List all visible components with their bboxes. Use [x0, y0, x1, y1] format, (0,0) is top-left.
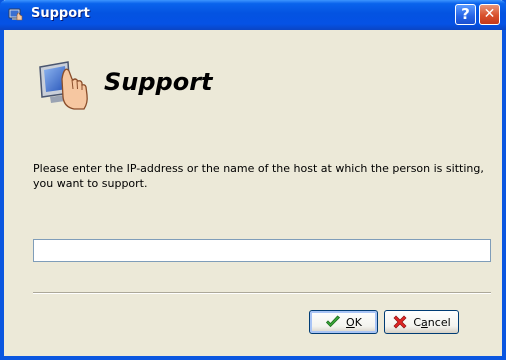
ok-label: OK: [346, 315, 362, 329]
ok-button[interactable]: OK: [309, 310, 378, 334]
checkmark-icon: [325, 315, 341, 328]
page-title: Support: [104, 68, 213, 96]
separator: [33, 292, 491, 294]
host-input[interactable]: [33, 239, 491, 262]
cancel-label: Cancel: [413, 315, 451, 329]
instruction-text: Please enter the IP-address or the name …: [33, 162, 484, 190]
close-button[interactable]: ✕: [479, 4, 500, 25]
cancel-button[interactable]: Cancel: [384, 310, 459, 334]
red-x-icon: [393, 315, 407, 329]
window-title: Support: [31, 6, 90, 21]
support-monitor-hand-icon: [39, 61, 88, 110]
title-bar[interactable]: Support ? ✕: [0, 0, 506, 30]
help-button[interactable]: ?: [455, 4, 476, 25]
support-dialog: Support ? ✕ Support Please enter the IP-…: [0, 0, 506, 360]
support-monitor-hand-icon: [8, 8, 23, 21]
dialog-content: Support Please enter the IP-address or t…: [4, 30, 502, 356]
